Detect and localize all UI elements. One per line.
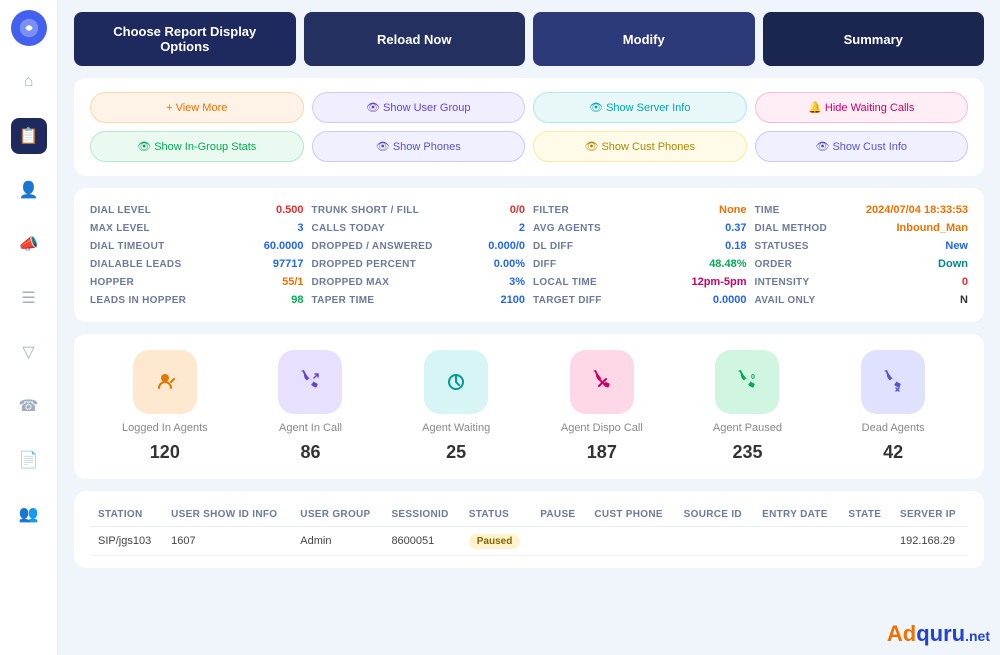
stats-card: DIAL LEVEL 0.500 MAX LEVEL 3 DIAL TIMEOU… — [74, 188, 984, 322]
stat-hopper: HOPPER 55/1 — [90, 276, 304, 288]
col-server-ip: SERVER IP — [892, 503, 968, 527]
agents-table: STATION USER SHOW ID INFO USER GROUP SES… — [90, 503, 968, 556]
col-station: STATION — [90, 503, 163, 527]
stat-max-level: MAX LEVEL 3 — [90, 222, 304, 234]
stat-dialable-leads: DIALABLE LEADS 97717 — [90, 258, 304, 270]
col-state: STATE — [840, 503, 892, 527]
choose-report-button[interactable]: Choose Report Display Options — [74, 12, 296, 66]
stats-col-4: TIME 2024/07/04 18:33:53 DIAL METHOD Inb… — [755, 204, 969, 306]
reload-now-button[interactable]: Reload Now — [304, 12, 526, 66]
show-user-group-button[interactable]: 👁 Show User Group — [312, 92, 526, 123]
summary-button[interactable]: Summary — [763, 12, 985, 66]
col-cust-phone: CUST PHONE — [586, 503, 675, 527]
stats-col-1: DIAL LEVEL 0.500 MAX LEVEL 3 DIAL TIMEOU… — [90, 204, 304, 306]
dead-agents-icon — [861, 350, 925, 414]
in-call-icon — [278, 350, 342, 414]
col-user-show-id: USER SHOW ID INFO — [163, 503, 292, 527]
watermark-ad: Ad — [887, 621, 916, 646]
header-buttons: Choose Report Display Options Reload Now… — [74, 12, 984, 66]
sidebar-item-home[interactable]: ⌂ — [11, 64, 47, 100]
waiting-icon — [424, 350, 488, 414]
watermark: Adquru.net — [887, 621, 990, 647]
watermark-guru: quru — [916, 621, 965, 646]
stat-order: ORDER Down — [755, 258, 969, 270]
stat-dial-level: DIAL LEVEL 0.500 — [90, 204, 304, 216]
stat-diff: DIFF 48.48% — [533, 258, 747, 270]
agent-card-logged-in: Logged In Agents 120 — [98, 350, 232, 463]
modify-button[interactable]: Modify — [533, 12, 755, 66]
agent-card-dead: Dead Agents 42 — [826, 350, 960, 463]
stat-leads-in-hopper: LEADS IN HOPPER 98 — [90, 294, 304, 306]
stat-taper-time: TAPER TIME 2100 — [312, 294, 526, 306]
stat-filter: FILTER None — [533, 204, 747, 216]
stats-col-3: FILTER None AVG AGENTS 0.37 DL DIFF 0.18… — [533, 204, 747, 306]
watermark-net: .net — [965, 628, 990, 644]
show-server-info-button[interactable]: 👁 Show Server Info — [533, 92, 747, 123]
paused-icon: 0 — [715, 350, 779, 414]
stat-avail-only: AVAIL ONLY N — [755, 294, 969, 306]
logged-in-icon — [133, 350, 197, 414]
stat-calls-today: CALLS TODAY 2 — [312, 222, 526, 234]
status-badge: Paused — [469, 534, 521, 549]
stat-trunk: TRUNK SHORT / FILL 0/0 — [312, 204, 526, 216]
sidebar-item-docs[interactable]: 📄 — [11, 442, 47, 478]
stat-dropped-max: DROPPED MAX 3% — [312, 276, 526, 288]
sidebar-item-groups[interactable]: 👥 — [11, 496, 47, 532]
stat-avg-agents: AVG AGENTS 0.37 — [533, 222, 747, 234]
agents-table-card: STATION USER SHOW ID INFO USER GROUP SES… — [74, 491, 984, 568]
quick-actions-card: + View More 👁 Show User Group 👁 Show Ser… — [74, 78, 984, 176]
show-phones-button[interactable]: 👁 Show Phones — [312, 131, 526, 162]
main-content: Choose Report Display Options Reload Now… — [58, 0, 1000, 655]
sidebar-item-filter[interactable]: ▽ — [11, 334, 47, 370]
stat-intensity: INTENSITY 0 — [755, 276, 969, 288]
svg-text:0: 0 — [751, 374, 755, 381]
dispo-icon — [570, 350, 634, 414]
stat-target-diff: TARGET DIFF 0.0000 — [533, 294, 747, 306]
show-cust-info-button[interactable]: 👁 Show Cust Info — [755, 131, 969, 162]
sidebar-logo — [11, 10, 47, 46]
stats-col-2: TRUNK SHORT / FILL 0/0 CALLS TODAY 2 DRO… — [312, 204, 526, 306]
sidebar-item-campaigns[interactable]: 📣 — [11, 226, 47, 262]
show-cust-phones-button[interactable]: 👁 Show Cust Phones — [533, 131, 747, 162]
agent-cards: Logged In Agents 120 Agent In Call 86 — [74, 334, 984, 479]
view-more-button[interactable]: + View More — [90, 92, 304, 123]
show-in-group-stats-button[interactable]: 👁 Show In-Group Stats — [90, 131, 304, 162]
agent-card-dispo: Agent Dispo Call 187 — [535, 350, 669, 463]
sidebar: ⌂ 📋 👤 📣 ☰ ▽ ☎ 📄 👥 — [0, 0, 58, 655]
quick-actions-grid: + View More 👁 Show User Group 👁 Show Ser… — [90, 92, 968, 162]
sidebar-item-reports[interactable]: 📋 — [11, 118, 47, 154]
sidebar-item-users[interactable]: 👤 — [11, 172, 47, 208]
stat-dropped-percent: DROPPED PERCENT 0.00% — [312, 258, 526, 270]
stat-dropped-answered: DROPPED / ANSWERED 0.000/0 — [312, 240, 526, 252]
table-row: SIP/jgs103 1607 Admin 8600051 Paused 192… — [90, 527, 968, 556]
stat-dl-diff: DL DIFF 0.18 — [533, 240, 747, 252]
stat-local-time: LOCAL TIME 12pm-5pm — [533, 276, 747, 288]
col-user-group: USER GROUP — [292, 503, 383, 527]
stat-time: TIME 2024/07/04 18:33:53 — [755, 204, 969, 216]
col-status: STATUS — [461, 503, 532, 527]
stat-statuses: STATUSES New — [755, 240, 969, 252]
sidebar-item-calls[interactable]: ☎ — [11, 388, 47, 424]
stat-dial-method: DIAL METHOD Inbound_Man — [755, 222, 969, 234]
col-pause: PAUSE — [532, 503, 586, 527]
sidebar-item-list[interactable]: ☰ — [11, 280, 47, 316]
col-source-id: SOURCE ID — [676, 503, 754, 527]
agent-card-in-call: Agent In Call 86 — [244, 350, 378, 463]
agent-card-paused: 0 Agent Paused 235 — [681, 350, 815, 463]
stat-dial-timeout: DIAL TIMEOUT 60.0000 — [90, 240, 304, 252]
col-sessionid: SESSIONID — [383, 503, 460, 527]
hide-waiting-calls-button[interactable]: 🔔 Hide Waiting Calls — [755, 92, 969, 123]
col-entry-date: ENTRY DATE — [754, 503, 840, 527]
agent-card-waiting: Agent Waiting 25 — [389, 350, 523, 463]
